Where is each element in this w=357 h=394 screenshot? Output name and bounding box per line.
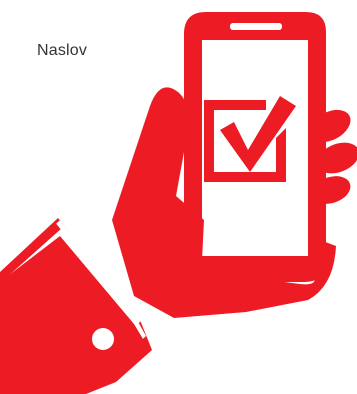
palm	[112, 87, 336, 318]
cuff-button	[92, 328, 114, 350]
hand-holding-phone-checkmark-icon	[0, 12, 357, 394]
